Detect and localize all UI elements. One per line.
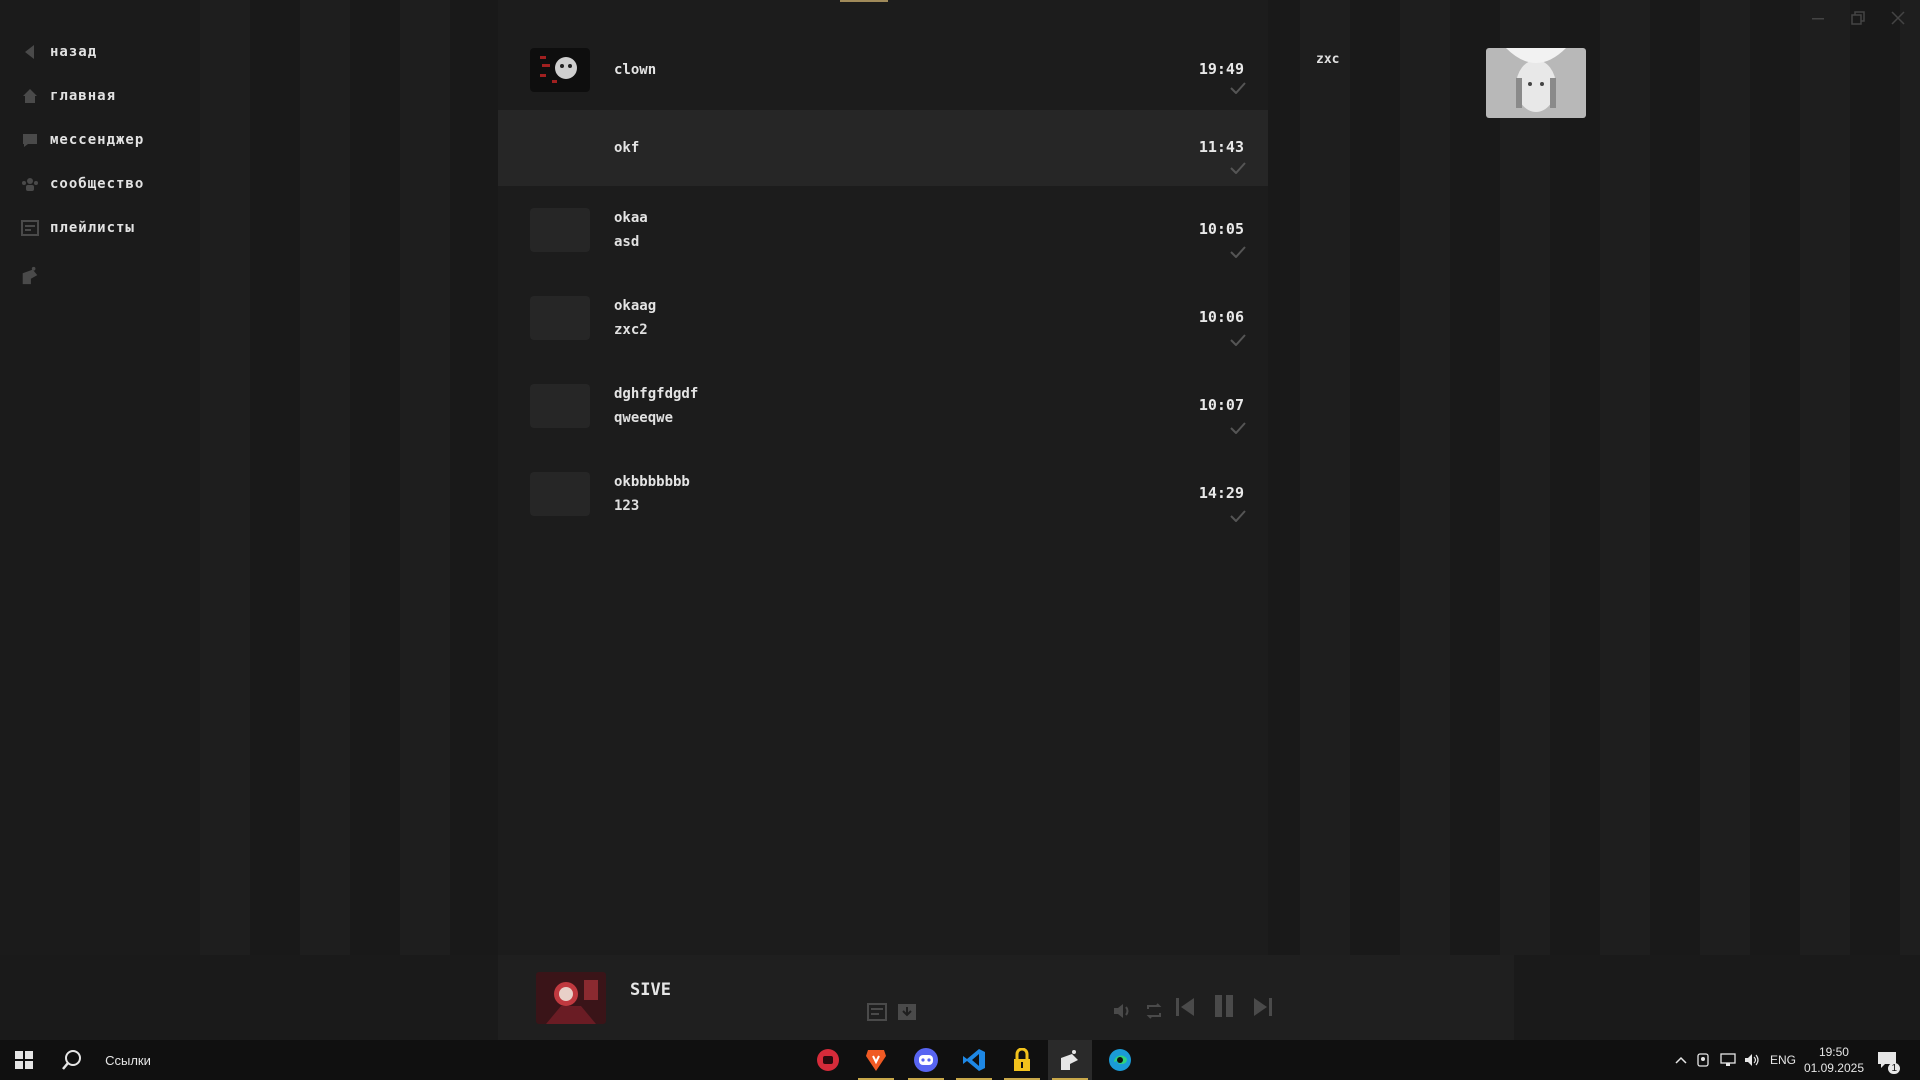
chat-row-okbbbbbbb[interactable]: okbbbbbbb 123 14:29 [498, 464, 1268, 536]
chat-name: okaag [614, 298, 657, 314]
chat-row-okf[interactable]: okf 11:43 [498, 110, 1268, 186]
volume-tray-icon[interactable] [1742, 1040, 1762, 1080]
tab-indicator [840, 0, 888, 2]
playlist-icon [20, 218, 40, 238]
chat-time: 10:07 [1198, 396, 1244, 414]
windows-start-icon[interactable] [6, 1040, 42, 1080]
community-icon [20, 174, 40, 194]
avatar [530, 48, 590, 92]
tray-chevron-up-icon[interactable] [1672, 1040, 1690, 1080]
avatar [530, 296, 590, 340]
chat-preview: asd [614, 234, 640, 250]
chat-time: 10:05 [1198, 220, 1244, 238]
window-controls [1808, 8, 1908, 28]
nav-home[interactable]: главная [20, 84, 116, 108]
close-icon[interactable] [1888, 8, 1908, 28]
taskbar-app-red[interactable] [806, 1040, 850, 1080]
nav-back[interactable]: назад [20, 40, 97, 64]
chat-name: okbbbbbbb [614, 474, 690, 490]
app-logo-icon [20, 266, 40, 286]
next-icon[interactable] [1250, 994, 1276, 1020]
nav-playlists[interactable]: плейлисты [20, 216, 135, 240]
avatar [530, 472, 590, 516]
minimize-icon[interactable] [1808, 8, 1828, 28]
read-check-icon [1230, 510, 1246, 522]
chat-name: okaa [614, 210, 648, 226]
read-check-icon [1230, 246, 1246, 258]
restore-icon[interactable] [1848, 8, 1868, 28]
chat-time: 11:43 [1198, 138, 1244, 156]
chat-time: 19:49 [1198, 60, 1244, 78]
clock-time: 19:50 [1818, 1045, 1849, 1059]
volume-icon[interactable] [1110, 1000, 1134, 1022]
notification-count: 1 [1888, 1063, 1900, 1074]
brave-browser-icon[interactable] [854, 1040, 898, 1080]
chat-preview: 123 [614, 498, 640, 514]
search-label[interactable]: Ссылки [98, 1040, 158, 1080]
read-check-icon [1230, 422, 1246, 434]
clock[interactable]: 19:50 01.09.2025 [1804, 1044, 1864, 1076]
chat-name: dghfgfdgdf [614, 386, 699, 402]
avatar [530, 384, 590, 428]
avatar [530, 208, 590, 252]
chat-row-okaa[interactable]: okaa asd 10:05 [498, 200, 1268, 272]
chat-name: clown [614, 62, 657, 78]
read-check-icon [1230, 82, 1246, 94]
home-icon [20, 86, 40, 106]
chat-name: okf [614, 140, 640, 156]
language-indicator[interactable]: ENG [1766, 1040, 1800, 1080]
pause-icon[interactable] [1210, 992, 1238, 1020]
lock-app-icon[interactable] [1000, 1040, 1044, 1080]
network-icon[interactable] [1718, 1040, 1738, 1080]
chat-row-dghfgfdgdf[interactable]: dghfgfdgdf qweeqwe 10:07 [498, 376, 1268, 448]
nav-app-logo[interactable] [20, 264, 40, 288]
read-check-icon [1230, 334, 1246, 346]
chat-row-okaag[interactable]: okaag zxc2 10:06 [498, 288, 1268, 360]
nav-back-label: назад [50, 44, 98, 60]
back-arrow-icon [20, 42, 40, 62]
nav-messenger-label: мессенджер [50, 132, 145, 148]
chat-bubble-icon [20, 130, 40, 150]
repeat-icon[interactable] [1142, 1000, 1166, 1022]
download-icon[interactable] [896, 1002, 918, 1022]
profile-name: zxc [1316, 52, 1340, 67]
chat-time: 14:29 [1198, 484, 1244, 502]
clock-date: 01.09.2025 [1803, 1061, 1864, 1075]
track-title: SIVE [630, 980, 671, 1000]
tray-meet-icon[interactable] [1694, 1040, 1712, 1080]
chat-preview: zxc2 [614, 322, 648, 338]
notifications-icon[interactable]: 1 [1872, 1040, 1902, 1080]
edge-browser-icon[interactable] [1098, 1040, 1142, 1080]
profile-image[interactable] [1486, 48, 1586, 118]
track-cover[interactable] [536, 972, 606, 1024]
chat-preview: qweeqwe [614, 410, 674, 426]
nav-playlists-label: плейлисты [50, 220, 135, 236]
nav-messenger[interactable]: мессенджер [20, 128, 144, 152]
nav-community[interactable]: сообщество [20, 172, 144, 196]
search-icon[interactable] [54, 1040, 90, 1080]
previous-icon[interactable] [1172, 994, 1198, 1020]
discord-icon[interactable] [904, 1040, 948, 1080]
read-check-icon [1230, 162, 1246, 174]
chat-row-clown[interactable]: clown 19:49 [498, 38, 1268, 104]
queue-icon[interactable] [866, 1002, 888, 1022]
taskbar: Ссылки ENG 19:50 01.09.2025 1 [0, 1040, 1920, 1080]
nav-home-label: главная [50, 88, 117, 104]
chat-time: 10:06 [1198, 308, 1244, 326]
nav-community-label: сообщество [50, 176, 145, 192]
music-app-icon[interactable] [1048, 1040, 1092, 1080]
vscode-icon[interactable] [952, 1040, 996, 1080]
